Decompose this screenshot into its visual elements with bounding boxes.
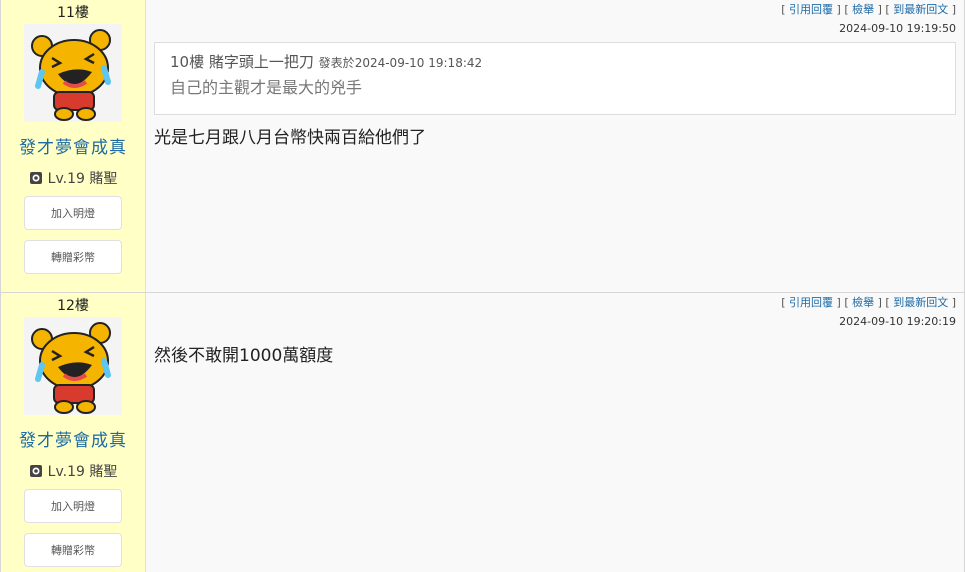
post-body: 光是七月跟八月台幣快兩百給他們了 [154,128,426,148]
post-timestamp: 2024-09-10 19:19:50 [839,22,956,35]
level-text: Lv.19 賭聖 [47,171,118,187]
quote-text: 自己的主觀才是最大的兇手 [170,78,363,97]
gift-coins-button[interactable]: 轉贈彩幣 [24,533,122,567]
avatar[interactable] [24,24,122,122]
username[interactable]: 發才夢會成真 [19,136,127,160]
floor-number: 12樓 [57,298,89,314]
quote-header: 10樓 賭字頭上一把刀 發表於2024-09-10 19:18:42 [170,51,940,74]
user-level: Lv.19 賭聖 [29,461,118,481]
quote-floor: 10樓 [170,53,205,71]
post-content: [ 引用回覆 ] [ 檢舉 ] [ 到最新回文 ] 2024-09-10 19:… [146,0,965,292]
floor-number: 11樓 [57,5,89,21]
follow-button[interactable]: 加入明燈 [24,489,122,523]
level-text: Lv.19 賭聖 [47,464,118,480]
user-level: Lv.19 賭聖 [29,168,118,188]
level-badge-icon [29,172,42,184]
thread: 11樓 發才夢會成真 Lv.19 賭聖 加入明燈 轉贈彩幣 [引用回覆] [… [0,0,965,572]
user-panel: 12樓 發才夢會成真 Lv.19 賭聖 加入明燈 轉贈彩幣 [1,293,146,572]
avatar[interactable] [24,317,122,415]
quote-posted-prefix: 發表於 [318,56,355,70]
gift-coins-button[interactable]: 轉贈彩幣 [24,240,122,274]
user-panel: 11樓 發才夢會成真 Lv.19 賭聖 加入明燈 轉贈彩幣 [1,0,146,292]
post: 12樓 發才夢會成真 Lv.19 賭聖 加入明燈 轉贈彩幣 [引用回覆] [… [0,292,965,572]
follow-button[interactable]: 加入明燈 [24,196,122,230]
report-link[interactable]: 檢舉 [852,296,874,309]
quote-reply-link[interactable]: 引用回覆 [789,296,833,309]
post: 11樓 發才夢會成真 Lv.19 賭聖 加入明燈 轉贈彩幣 [引用回覆] [… [0,0,965,292]
report-link[interactable]: 檢舉 [852,3,874,16]
level-badge-icon [29,465,42,477]
post-timestamp: 2024-09-10 19:20:19 [839,315,956,328]
latest-reply-link[interactable]: 到最新回文 [893,3,948,16]
post-body: 然後不敢開1000萬額度 [154,346,334,366]
quote-block: 10樓 賭字頭上一把刀 發表於2024-09-10 19:18:42 自己的主觀… [154,42,956,115]
post-content: [ 引用回覆 ] [ 檢舉 ] [ 到最新回文 ] 2024-09-10 19:… [146,293,965,572]
quote-author: 賭字頭上一把刀 [208,53,314,71]
post-actions: [ 引用回覆 ] [ 檢舉 ] [ 到最新回文 ] [781,296,956,309]
post-actions: [ 引用回覆 ] [ 檢舉 ] [ 到最新回文 ] [781,3,956,16]
username[interactable]: 發才夢會成真 [19,429,127,453]
quote-reply-link[interactable]: 引用回覆 [789,3,833,16]
latest-reply-link[interactable]: 到最新回文 [893,296,948,309]
quote-posted-time: 2024-09-10 19:18:42 [354,56,483,70]
